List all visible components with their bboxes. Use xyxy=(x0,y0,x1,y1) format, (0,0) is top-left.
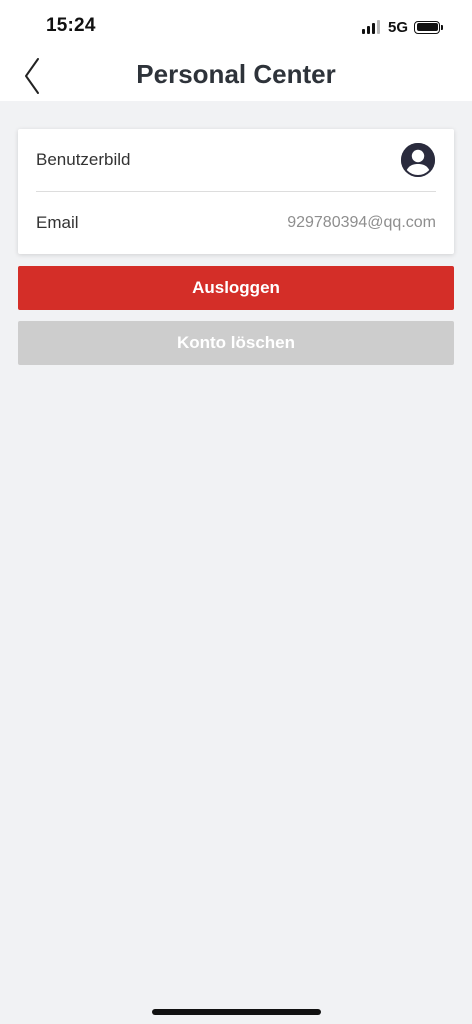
cellular-signal-icon xyxy=(361,20,382,34)
email-value: 929780394@qq.com xyxy=(287,214,436,231)
status-time: 15:24 xyxy=(46,15,96,36)
email-label: Email xyxy=(36,213,79,232)
network-type: 5G xyxy=(387,18,408,36)
battery-icon xyxy=(414,20,443,34)
battery-fill xyxy=(416,23,438,31)
status-indicators: 5G xyxy=(361,17,443,37)
user-avatar-icon[interactable] xyxy=(400,142,436,178)
home-indicator[interactable] xyxy=(152,1009,321,1015)
avatar-row[interactable]: Benutzerbild xyxy=(36,129,436,191)
delete-account-button[interactable]: Konto löschen xyxy=(18,321,454,365)
logout-button[interactable]: Ausloggen xyxy=(18,266,454,310)
page-title: Personal Center xyxy=(136,59,336,89)
profile-card: Benutzerbild Email 929780394@qq.com xyxy=(18,129,454,254)
top-bar: 15:24 5G Personal Center xyxy=(0,0,472,101)
avatar-label: Benutzerbild xyxy=(36,150,131,169)
screen: 15:24 5G Personal Center Benutzerbild Em… xyxy=(0,0,472,1024)
email-row: Email 929780394@qq.com xyxy=(36,192,436,254)
